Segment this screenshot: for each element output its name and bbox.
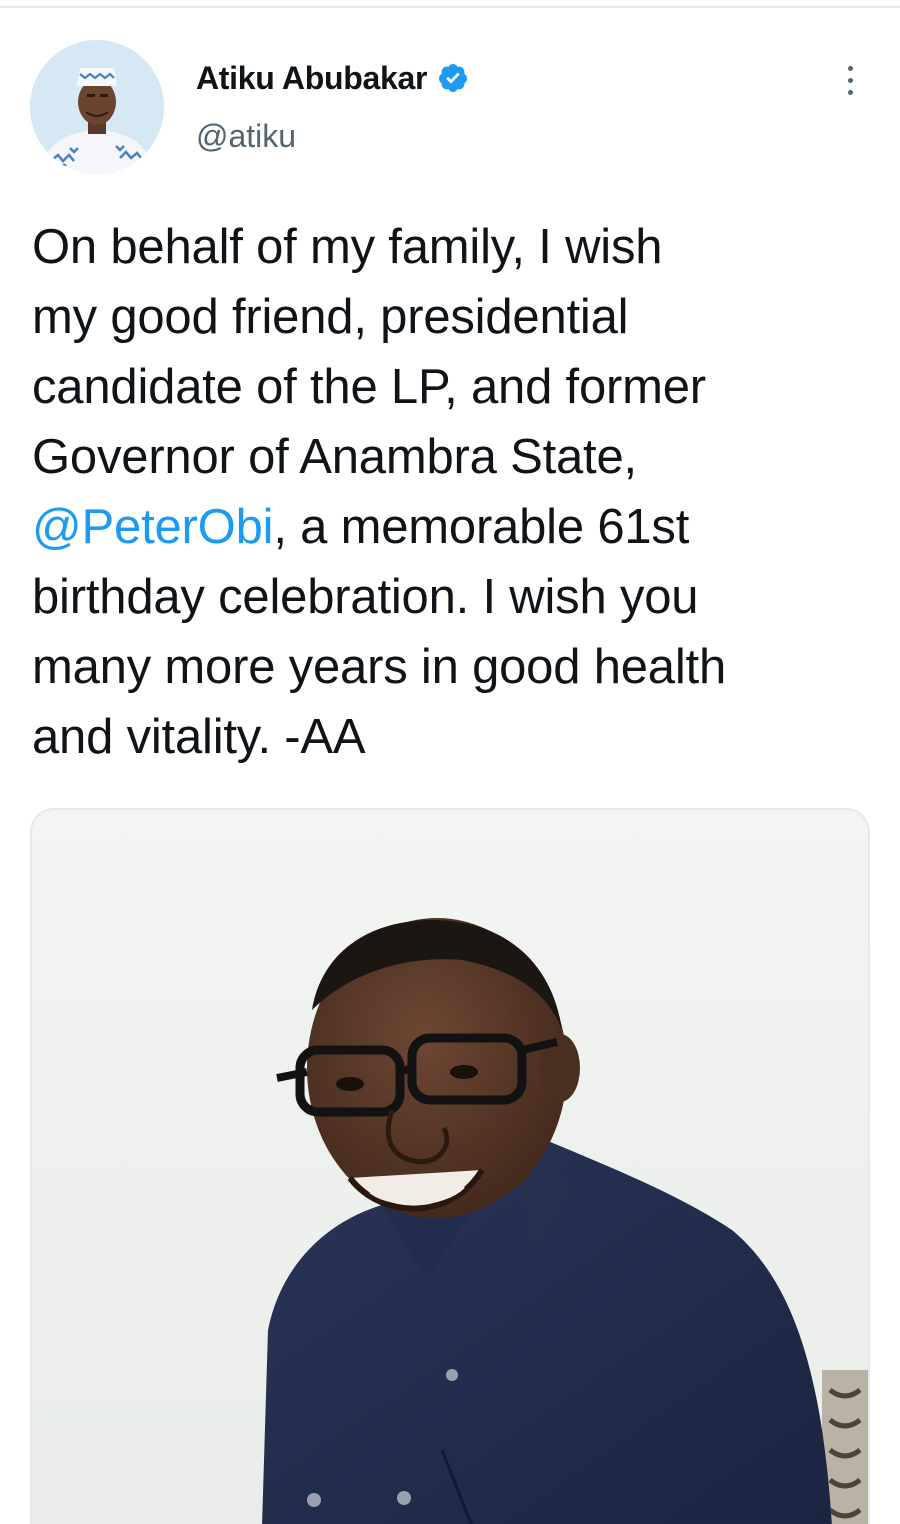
portrait-photo (32, 810, 868, 1524)
author-name-row[interactable]: Atiku Abubakar (196, 58, 469, 98)
tweet-media-photo[interactable] (30, 808, 870, 1524)
tweet-text-line: my good friend, presidential (32, 290, 629, 344)
tweet-text-line: On behalf of my family, I wish (32, 220, 663, 274)
tweet-text-line: and vitality. -AA (32, 710, 366, 764)
tweet-view: Atiku Abubakar @atiku On behalf of my fa… (0, 0, 900, 1524)
tweet-text-line: Governor of Anambra State, (32, 430, 637, 484)
tweet-text-line: birthday celebration. I wish you (32, 570, 699, 624)
tweet-text-line: many more years in good health (32, 640, 726, 694)
author-display-name[interactable]: Atiku Abubakar (196, 60, 427, 97)
verified-badge-icon (437, 62, 469, 94)
more-options-button[interactable] (830, 60, 870, 100)
tweet-text-line: candidate of the LP, and former (32, 360, 706, 414)
tweet-text: On behalf of my family, I wish my good f… (32, 212, 872, 772)
avatar-image (30, 40, 164, 174)
more-vertical-icon (847, 65, 853, 71)
avatar[interactable] (30, 40, 164, 174)
mention-link[interactable]: @PeterObi (32, 500, 274, 554)
divider (0, 6, 900, 8)
tweet-text-line: @PeterObi, a memorable 61st (32, 500, 690, 554)
author-handle[interactable]: @atiku (196, 118, 296, 155)
